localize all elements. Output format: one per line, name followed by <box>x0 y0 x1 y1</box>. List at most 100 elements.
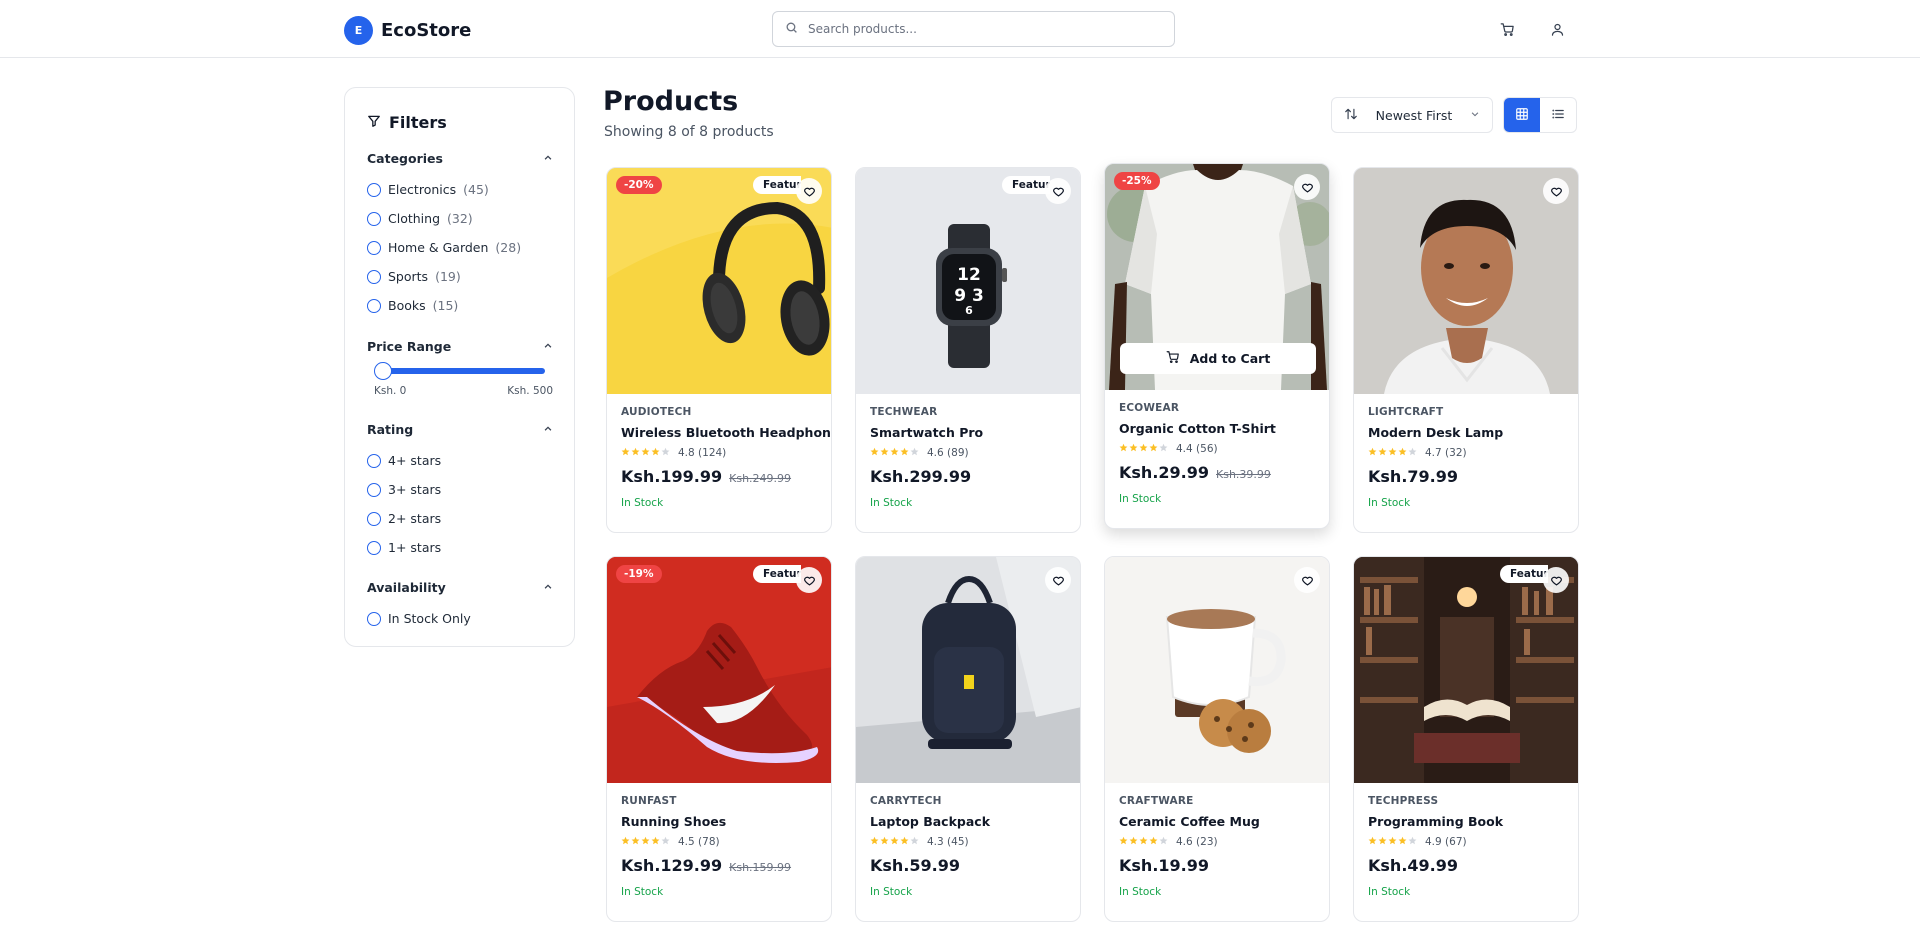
logo[interactable]: E EcoStore <box>344 16 471 45</box>
radio-button[interactable] <box>367 511 381 526</box>
chevron-up-icon[interactable] <box>543 339 553 354</box>
radio-button[interactable] <box>367 482 381 497</box>
discount-badge: -25% <box>1114 172 1160 190</box>
review-count: (56) <box>1196 443 1218 455</box>
user-icon[interactable] <box>1547 19 1567 39</box>
filters-panel: Filters Categories Electronics (45) Cloth… <box>344 87 575 647</box>
radio-button[interactable] <box>367 240 381 255</box>
product-name[interactable]: Programming Book <box>1368 814 1568 829</box>
product-image[interactable] <box>607 168 831 394</box>
product-card[interactable]: CRAFTWARE Ceramic Coffee Mug 4.6 (23) Ks… <box>1104 556 1330 922</box>
radio-button[interactable] <box>367 453 381 468</box>
availability-header[interactable]: Availability <box>367 579 553 595</box>
heart-icon[interactable] <box>796 567 822 593</box>
category-option-books[interactable]: Books (15) <box>367 291 553 320</box>
product-image[interactable] <box>1105 557 1329 783</box>
categories-title: Categories <box>367 150 443 166</box>
star-rating <box>621 836 670 848</box>
sort-dropdown[interactable]: Newest First <box>1331 97 1493 133</box>
heart-icon[interactable] <box>1543 567 1569 593</box>
option-label: Home & Garden <box>388 240 489 255</box>
product-card[interactable]: CARRYTECH Laptop Backpack 4.3 (45) Ksh.5… <box>855 556 1081 922</box>
stock-status: In Stock <box>1368 497 1411 509</box>
option-label: 4+ stars <box>388 453 442 468</box>
chevron-up-icon[interactable] <box>543 580 553 595</box>
radio-button[interactable] <box>367 611 381 626</box>
star-icon <box>661 836 670 848</box>
stock-status: In Stock <box>870 497 913 509</box>
product-image[interactable] <box>1354 168 1578 394</box>
star-icon <box>890 447 899 459</box>
product-image[interactable]: 12 9 3 6 <box>856 168 1080 394</box>
star-icon <box>1368 447 1377 459</box>
product-card[interactable]: Featured TECHPRESS Programming Book 4.9 … <box>1353 556 1579 922</box>
price-range-header[interactable]: Price Range <box>367 338 553 354</box>
add-to-cart-button[interactable]: Add to Cart <box>1120 343 1316 374</box>
product-card[interactable]: -20% Featured AUDIOTECH Wireless Bluetoot… <box>606 167 832 533</box>
product-name[interactable]: Modern Desk Lamp <box>1368 425 1568 440</box>
search-box[interactable] <box>772 11 1175 47</box>
category-option-electronics[interactable]: Electronics (45) <box>367 175 553 204</box>
heart-icon[interactable] <box>1294 174 1320 200</box>
chevron-up-icon[interactable] <box>543 151 553 166</box>
heart-icon[interactable] <box>1294 567 1320 593</box>
radio-button[interactable] <box>367 298 381 313</box>
star-icon <box>1149 836 1158 848</box>
category-option-home-garden[interactable]: Home & Garden (28) <box>367 233 553 262</box>
product-rating: 4.7 (32) <box>1368 447 1568 459</box>
featured-badge: Featured <box>753 176 801 194</box>
product-card[interactable]: 12 9 3 6 Featured TECHWEAR Smartwatch Pr… <box>855 167 1081 533</box>
price-slider-handle[interactable] <box>374 362 392 380</box>
rating-option-3[interactable]: 3+ stars <box>367 475 553 504</box>
product-brand: TECHPRESS <box>1368 795 1439 807</box>
product-image[interactable] <box>856 557 1080 783</box>
cart-icon[interactable] <box>1497 19 1517 39</box>
product-name[interactable]: Organic Cotton T-Shirt <box>1119 421 1319 436</box>
product-name[interactable]: Wireless Bluetooth Headphones <box>621 425 831 440</box>
product-name[interactable]: Laptop Backpack <box>870 814 1070 829</box>
chevron-up-icon[interactable] <box>543 422 553 437</box>
product-card[interactable]: -19% Featured RUNFAST Running Shoes 4.5 (… <box>606 556 832 922</box>
radio-button[interactable] <box>367 182 381 197</box>
star-icon <box>1159 443 1168 455</box>
rating-value: 4.6 <box>927 447 944 459</box>
product-name[interactable]: Running Shoes <box>621 814 821 829</box>
heart-icon[interactable] <box>796 178 822 204</box>
rating-header[interactable]: Rating <box>367 421 553 437</box>
radio-button[interactable] <box>367 540 381 555</box>
product-image[interactable] <box>607 557 831 783</box>
price-row: Ksh.79.99 <box>1368 467 1568 486</box>
price-row: Ksh.49.99 <box>1368 856 1568 875</box>
star-icon <box>1388 836 1397 848</box>
review-count: (32) <box>1445 447 1467 459</box>
category-option-sports[interactable]: Sports (19) <box>367 262 553 291</box>
product-name[interactable]: Ceramic Coffee Mug <box>1119 814 1319 829</box>
rating-option-1[interactable]: 1+ stars <box>367 533 553 562</box>
availability-option-in-stock[interactable]: In Stock Only <box>367 604 553 633</box>
product-image[interactable] <box>1354 557 1578 783</box>
radio-button[interactable] <box>367 269 381 284</box>
product-price: Ksh.49.99 <box>1368 856 1458 875</box>
list-view-button[interactable] <box>1540 98 1576 132</box>
heart-icon[interactable] <box>1045 178 1071 204</box>
product-brand: AUDIOTECH <box>621 406 692 418</box>
categories-header[interactable]: Categories <box>367 150 553 166</box>
rating-option-2[interactable]: 2+ stars <box>367 504 553 533</box>
grid-view-button[interactable] <box>1504 98 1540 132</box>
top-header: E EcoStore <box>0 0 1920 58</box>
star-icon <box>1368 836 1377 848</box>
product-name[interactable]: Smartwatch Pro <box>870 425 1070 440</box>
star-icon <box>1378 836 1387 848</box>
option-count: (45) <box>463 182 489 197</box>
search-input[interactable] <box>808 22 1148 36</box>
product-card[interactable]: -25% Add to Cart ECOWEAR Organic Cotton … <box>1104 163 1330 529</box>
product-rating: 4.3 (45) <box>870 836 1070 848</box>
heart-icon[interactable] <box>1543 178 1569 204</box>
price-slider-track[interactable] <box>375 368 545 374</box>
star-icon <box>651 447 660 459</box>
radio-button[interactable] <box>367 211 381 226</box>
product-card[interactable]: LIGHTCRAFT Modern Desk Lamp 4.7 (32) Ksh… <box>1353 167 1579 533</box>
heart-icon[interactable] <box>1045 567 1071 593</box>
rating-option-4[interactable]: 4+ stars <box>367 446 553 475</box>
category-option-clothing[interactable]: Clothing (32) <box>367 204 553 233</box>
